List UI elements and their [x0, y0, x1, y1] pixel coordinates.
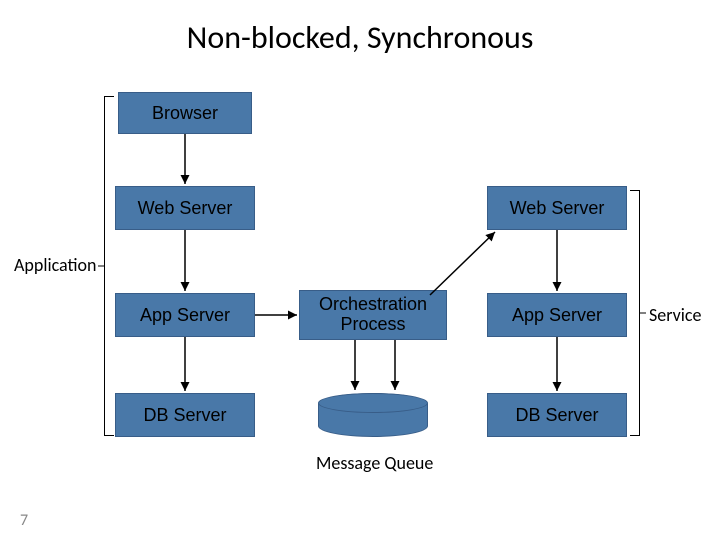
db-server-right-label: DB Server [515, 405, 598, 426]
web-server-left-label: Web Server [138, 198, 233, 219]
app-server-left-label: App Server [140, 305, 230, 326]
app-server-right-label: App Server [512, 305, 602, 326]
orchestration-box: Orchestration Process [299, 290, 447, 340]
browser-box: Browser [118, 92, 252, 134]
web-server-right-box: Web Server [487, 186, 627, 230]
service-bracket [630, 190, 640, 436]
db-server-left-label: DB Server [143, 405, 226, 426]
orchestration-label: Orchestration Process [319, 295, 427, 335]
app-server-right-box: App Server [487, 293, 627, 337]
app-server-left-box: App Server [115, 293, 255, 337]
service-label: Service [649, 304, 702, 326]
page-title: Non-blocked, Synchronous [0, 18, 720, 57]
db-server-right-box: DB Server [487, 393, 627, 437]
page-number: 7 [20, 511, 28, 530]
web-server-left-box: Web Server [115, 186, 255, 230]
application-bracket [104, 96, 114, 436]
web-server-right-label: Web Server [510, 198, 605, 219]
browser-label: Browser [152, 103, 218, 124]
message-queue-cylinder [318, 393, 428, 437]
message-queue-label: Message Queue [316, 452, 433, 474]
application-label: Application [14, 254, 97, 276]
db-server-left-box: DB Server [115, 393, 255, 437]
